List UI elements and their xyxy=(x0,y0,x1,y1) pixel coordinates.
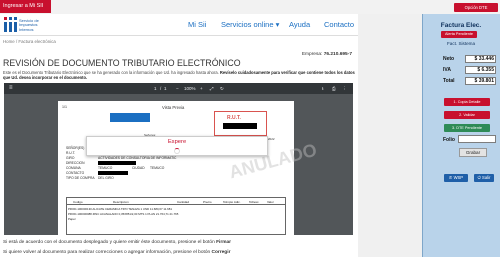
rotate-icon[interactable]: ↻ xyxy=(220,85,224,92)
pdf-detail-table: Codigo Descripcion Cantidad Precio %Impt… xyxy=(66,197,286,235)
breadcrumb-current: Factura electrónica xyxy=(18,39,56,44)
top-bar: Ingresar a Mi SII xyxy=(0,0,500,14)
nav-ayuda[interactable]: Ayuda xyxy=(289,20,310,29)
pdf-row-contacto: CONTACTO xyxy=(66,171,85,175)
exit-icon: ⏻ xyxy=(477,175,481,180)
pdf-table-header: Codigo Descripcion Cantidad Precio %Impt… xyxy=(67,198,285,205)
breadcrumb: Home / Factura electrónica xyxy=(3,39,56,44)
rut-box-label: R.U.T. xyxy=(227,115,241,121)
pdf-comuna-value: TEMUCO xyxy=(98,166,113,170)
dte-pendiente-button[interactable]: 3. DTE Pendiente xyxy=(444,124,490,132)
panel-title: Factura Elec. xyxy=(440,22,482,29)
folio-label: Folio xyxy=(443,137,455,143)
copia-detalle-button[interactable]: 1. Copia Detalle xyxy=(444,98,490,106)
salir-button[interactable]: ⏻ Salir xyxy=(474,174,494,182)
wsp-label: WSP xyxy=(453,175,464,180)
pdf-vista-previa: Vista Previa xyxy=(162,105,185,110)
page-separator: / xyxy=(160,86,162,91)
folio-input[interactable] xyxy=(458,135,496,143)
footer-firmar-text: Si está de acuerdo con el documento desp… xyxy=(3,240,231,245)
whatsapp-icon: ✆ xyxy=(448,175,453,180)
pdf-tipo-compra-value: DEL GIRO xyxy=(98,176,114,180)
pdf-col-descripcion: Descripcion xyxy=(113,199,129,204)
page-current[interactable]: 1 xyxy=(154,85,157,92)
pdf-giro-value: ACTIVIDADES DE CONSULTORIA DE INFORMATIC xyxy=(98,156,177,160)
total-value: $ 39.801 xyxy=(465,77,496,85)
more-options-icon[interactable]: ⋮ xyxy=(342,85,347,92)
pdf-col-desc: %Desc. xyxy=(249,199,260,204)
grabar-button[interactable]: Grabar xyxy=(459,148,487,157)
validar-button[interactable]: 2. Validar xyxy=(444,111,490,119)
intro-text: Este es el Documento Tributario Electrón… xyxy=(3,70,358,80)
empresa-rut: 76.210.695-7 xyxy=(323,52,352,57)
panel-subtitle: Fact. Sistema xyxy=(446,41,476,46)
redacted-rut xyxy=(223,123,257,129)
empresa-label: Empresa: xyxy=(301,52,323,57)
gutter xyxy=(358,14,422,257)
zoom-level[interactable]: 100% xyxy=(184,85,196,92)
neto-value: $ 33.446 xyxy=(465,55,496,63)
zoom-out-icon[interactable]: − xyxy=(176,85,179,92)
footer-firmar-bold: Firmar xyxy=(216,240,232,245)
pdf-col-valor: Valor xyxy=(267,199,274,204)
pdf-table-row: Papel xyxy=(68,217,76,221)
breadcrumb-home[interactable]: Home xyxy=(3,39,15,44)
pdf-row-giro: GIRO xyxy=(66,156,75,160)
sii-logo-icon[interactable] xyxy=(3,17,17,33)
loading-spinner-icon xyxy=(174,148,180,154)
pdf-col-impto: %Impto Adic. xyxy=(223,199,241,204)
pdf-row-tipo-compra: TIPO DE COMPRA xyxy=(66,176,95,180)
print-icon[interactable]: ⎙ xyxy=(332,85,336,92)
pdf-page-label: 1/1 xyxy=(62,105,67,109)
breadcrumb-separator: / xyxy=(15,39,18,44)
footer-corregir-plain: Si quiere volver al documento para reali… xyxy=(3,250,212,255)
page: Ingresar a Mi SII Servicio de Impuestos … xyxy=(0,0,500,257)
fit-page-icon[interactable]: ⤢ xyxy=(210,85,214,92)
page-total: 1 xyxy=(164,86,167,91)
pdf-col-precio: Precio xyxy=(203,199,212,204)
pdf-row-direccion: DIRECCION xyxy=(66,161,85,165)
alerta-pendiente-button[interactable]: Alerta Pendiente xyxy=(441,31,477,38)
page-title: REVISIÓN DE DOCUMENTO TRIBUTARIO ELECTRÓ… xyxy=(3,58,241,68)
empresa-line: Empresa: 76.210.695-7 xyxy=(302,52,352,57)
pdf-table-row: PROD-100000130 ALICATE CERAMICA TIPO TEN… xyxy=(68,207,173,211)
pdf-row-rut: R.U.T. xyxy=(66,151,76,155)
total-label: Total xyxy=(443,78,455,84)
pdf-row-senores: SEÑOR(ES) xyxy=(66,146,85,150)
pdf-col-codigo: Codigo xyxy=(73,199,83,204)
espere-dialog: Espere xyxy=(86,136,268,156)
company-logo xyxy=(110,113,150,122)
footer-firmar-plain: Si está de acuerdo con el documento desp… xyxy=(3,240,217,245)
menu-icon[interactable]: ≡ xyxy=(9,85,13,92)
redacted-field xyxy=(98,171,128,175)
pdf-row-comuna: COMUNA xyxy=(66,166,81,170)
footer-corregir-text: Si quiere volver al documento para reali… xyxy=(3,250,230,255)
pdf-page: 1/1 Vista Previa R.U.T. ANULADO Señores:… xyxy=(58,101,319,235)
espere-label: Espere xyxy=(167,139,187,145)
opcion-dte-button[interactable]: Opción DTE xyxy=(454,3,498,12)
pdf-ciudad-label: CIUDAD xyxy=(132,166,145,170)
pdf-viewer[interactable]: ≡ 1 / 1 − 100% + ⤢ ↻ ⭳ ⎙ ⋮ 1/1 Vista Pre… xyxy=(4,83,353,235)
wsp-button[interactable]: ✆ WSP xyxy=(444,174,468,182)
pdf-ciudad-value: TEMUCO xyxy=(150,166,165,170)
download-icon[interactable]: ⭳ xyxy=(322,85,324,92)
login-button[interactable]: Ingresar a Mi SII xyxy=(0,0,51,13)
nav-mi-sii[interactable]: Mi Sii xyxy=(188,20,206,29)
iva-value: $ 6.355 xyxy=(465,66,496,74)
rut-box: R.U.T. xyxy=(214,111,267,136)
neto-label: Neto xyxy=(443,56,455,62)
pdf-toolbar: ≡ 1 / 1 − 100% + ⤢ ↻ ⭳ ⎙ ⋮ xyxy=(4,83,353,94)
pdf-col-cantidad: Cantidad xyxy=(177,199,190,204)
iva-label: IVA xyxy=(443,67,451,73)
salir-label: Salir xyxy=(482,175,491,180)
pdf-table-row: PROD-100000088 ZINC ACANALADO 0,35X851/2… xyxy=(68,212,179,216)
redacted-field xyxy=(98,161,136,165)
nav-contacto[interactable]: Contacto xyxy=(324,20,354,29)
zoom-in-icon[interactable]: + xyxy=(200,85,203,92)
footer-corregir-bold: Corregir xyxy=(211,250,231,255)
nav-servicios-online[interactable]: Servicios online ▾ xyxy=(221,20,279,29)
logo-text: Servicio de Impuestos Internos xyxy=(19,18,39,32)
